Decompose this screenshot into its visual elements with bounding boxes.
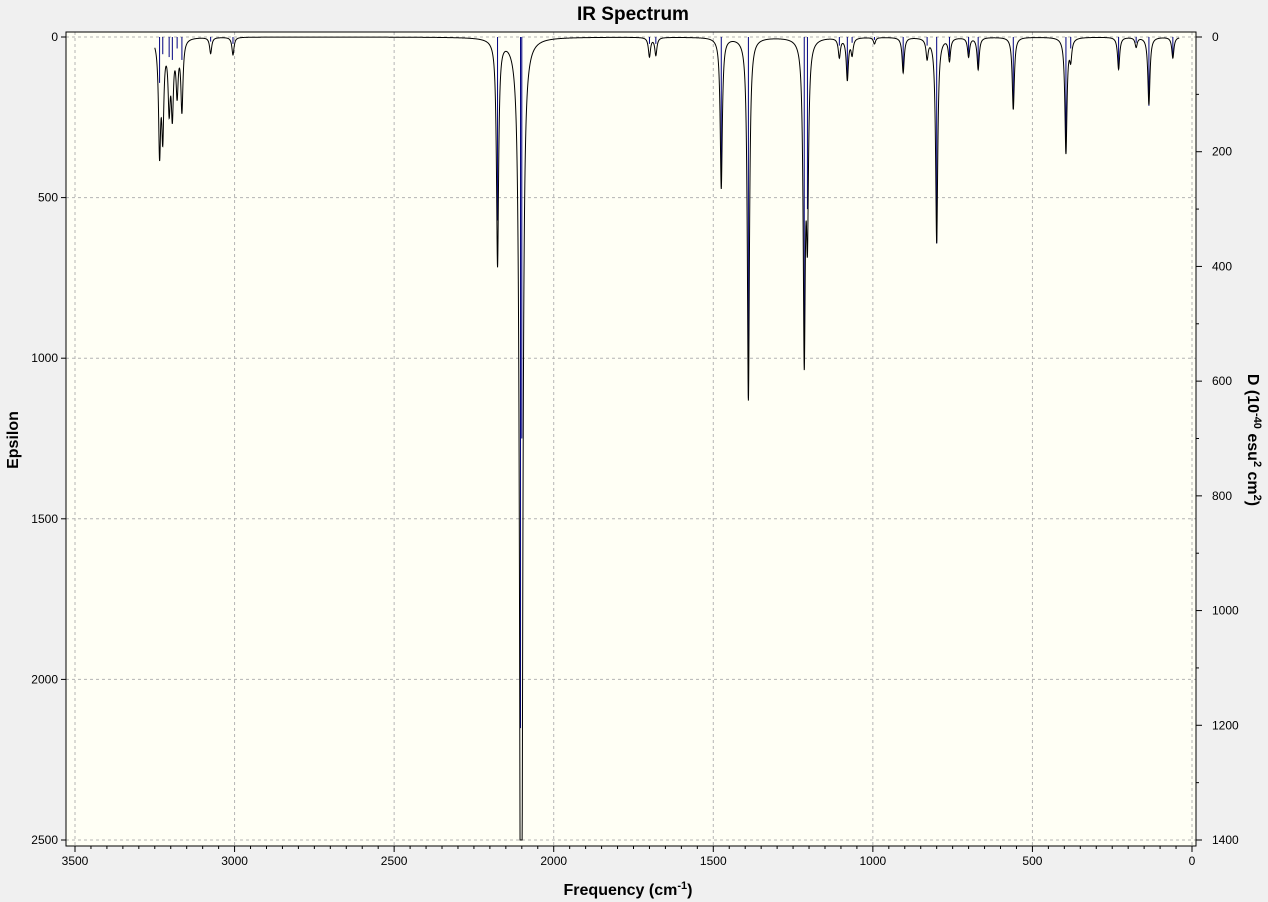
x-axis-label: Frequency (cm-1): [564, 880, 693, 899]
chart-title: IR Spectrum: [577, 4, 689, 25]
y-left-tick-label-0: 0: [51, 30, 58, 44]
y-right-tick-label-3: 600: [1212, 374, 1232, 388]
x-tick-label-1: 3000: [221, 854, 248, 868]
y-left-tick-label-2: 1000: [31, 351, 58, 365]
plot-area: [66, 32, 1196, 846]
x-axis: 3500 3000 2500 2000 1500 1000 500 0: [62, 846, 1196, 868]
x-tick-label-6: 500: [1022, 854, 1042, 868]
y-right-tick-label-6: 1200: [1212, 718, 1239, 732]
y-right-tick-label-0: 0: [1212, 30, 1219, 44]
x-tick-label-5: 1000: [860, 854, 887, 868]
y-left-tick-label-5: 2500: [31, 833, 58, 847]
y-right-tick-label-5: 1000: [1212, 604, 1239, 618]
y-right-tick-label-2: 400: [1212, 259, 1232, 273]
y-left-tick-label-1: 500: [38, 191, 58, 205]
y-right-tick-label-1: 200: [1212, 145, 1232, 159]
y-right-tick-label-4: 800: [1212, 489, 1232, 503]
x-tick-label-2: 2500: [381, 854, 408, 868]
y-left-tick-label-4: 2000: [31, 672, 58, 686]
y-axis-right: 0 200 400 600 800 1000 1200 1400: [1196, 30, 1239, 847]
x-tick-label-4: 1500: [700, 854, 727, 868]
y-axis-left: 0 500 1000 1500 2000 2500: [31, 30, 66, 847]
ir-spectrum-chart: 3500 3000 2500 2000 1500 1000 500 0 05001000150…: [5, 4, 1263, 899]
y-left-tick-label-3: 1500: [31, 512, 58, 526]
y-axis-right-label: D (10-40 esu2 cm2): [1244, 374, 1263, 506]
y-right-tick-label-7: 1400: [1212, 833, 1239, 847]
x-tick-label-0: 3500: [62, 854, 89, 868]
x-tick-label-7: 0: [1189, 854, 1196, 868]
x-tick-label-3: 2000: [540, 854, 567, 868]
y-axis-left-label: Epsilon: [5, 411, 22, 469]
